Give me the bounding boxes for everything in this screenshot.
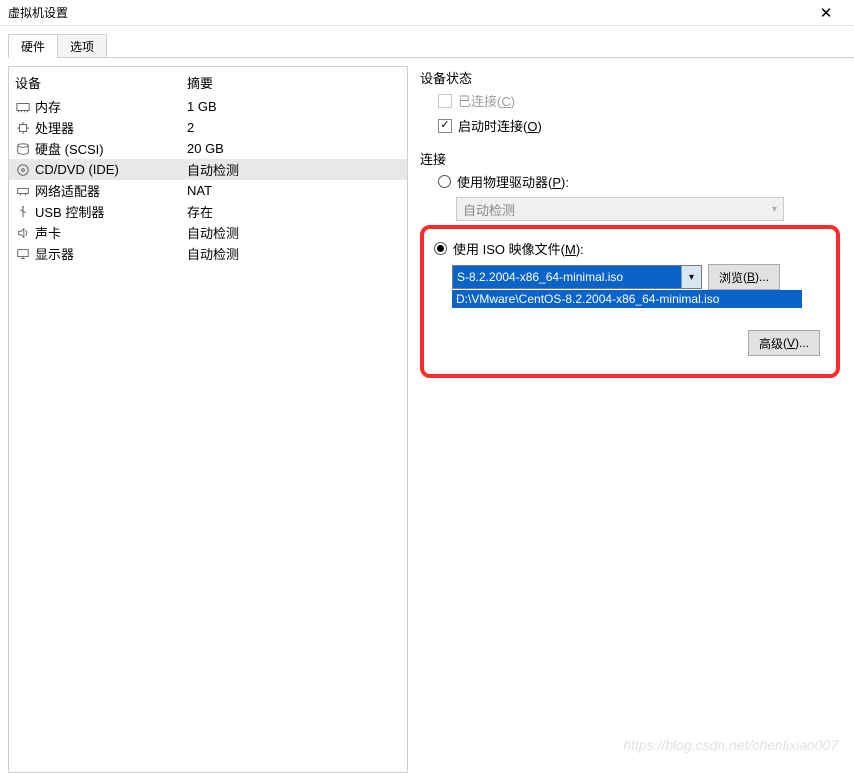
hw-label: 显示器 (35, 244, 74, 263)
iso-selected-text: S-8.2.2004-x86_64-minimal.iso (453, 266, 681, 288)
hw-row-cddvd[interactable]: CD/DVD (IDE) 自动检测 (9, 159, 407, 180)
hw-summary: 2 (187, 120, 401, 135)
hw-summary: 自动检测 (187, 160, 401, 179)
hw-row-cpu[interactable]: 处理器 2 (9, 117, 407, 138)
chevron-down-icon: ▾ (772, 204, 777, 215)
hw-label: CD/DVD (IDE) (35, 162, 119, 177)
hw-label: 声卡 (35, 223, 61, 242)
browse-button[interactable]: 浏览(B)... (708, 264, 780, 290)
dropdown-toggle-button[interactable]: ▾ (681, 266, 701, 288)
close-button[interactable]: ✕ (806, 4, 846, 22)
advanced-button[interactable]: 高级(V)... (748, 330, 820, 356)
hw-row-sound[interactable]: 声卡 自动检测 (9, 222, 407, 243)
checkbox-label: 已连接(C) (458, 91, 515, 110)
select-value: 自动检测 (463, 200, 515, 219)
col-summary: 摘要 (187, 73, 401, 92)
hw-summary: NAT (187, 183, 401, 198)
hw-label: 网络适配器 (35, 181, 100, 200)
hw-row-usb[interactable]: USB 控制器 存在 (9, 201, 407, 222)
tab-hardware[interactable]: 硬件 (8, 34, 58, 58)
checkbox-connected: 已连接(C) (438, 91, 840, 110)
radio-icon (438, 175, 451, 188)
device-status-group: 设备状态 已连接(C) ✓ 启动时连接(O) (420, 68, 840, 135)
tab-options[interactable]: 选项 (57, 34, 107, 58)
connection-group: 连接 使用物理驱动器(P): 自动检测 ▾ 使用 ISO 映像文件(M): (420, 149, 840, 378)
hw-row-display[interactable]: 显示器 自动检测 (9, 243, 407, 264)
checkbox-label: 启动时连接(O) (458, 116, 542, 135)
checkbox-icon: ✓ (438, 119, 452, 133)
hw-summary: 1 GB (187, 99, 401, 114)
hardware-list-header: 设备 摘要 (9, 67, 407, 96)
iso-path-combobox[interactable]: S-8.2.2004-x86_64-minimal.iso ▾ (452, 265, 702, 289)
cpu-icon (15, 120, 31, 136)
usb-icon (15, 204, 31, 220)
hardware-list: 设备 摘要 内存 1 GB 处理器 2 硬盘 (8, 66, 408, 773)
titlebar: 虚拟机设置 ✕ (0, 0, 854, 26)
hw-summary: 自动检测 (187, 244, 401, 263)
dialog-body: 硬件 选项 设备 摘要 内存 1 GB 处理器 2 (0, 26, 854, 773)
radio-use-iso[interactable]: 使用 ISO 映像文件(M): (434, 239, 824, 258)
radio-label: 使用物理驱动器(P): (457, 172, 569, 191)
radio-icon (434, 242, 447, 255)
hw-summary: 20 GB (187, 141, 401, 156)
hw-label: USB 控制器 (35, 202, 104, 221)
iso-dropdown-option[interactable]: D:\VMware\CentOS-8.2.2004-x86_64-minimal… (452, 290, 802, 308)
checkbox-icon (438, 94, 452, 108)
highlighted-region: 使用 ISO 映像文件(M): S-8.2.2004-x86_64-minima… (420, 225, 840, 378)
group-title-connection: 连接 (420, 149, 840, 168)
hw-row-network[interactable]: 网络适配器 NAT (9, 180, 407, 201)
hdd-icon (15, 141, 31, 157)
col-device: 设备 (15, 73, 187, 92)
sound-icon (15, 225, 31, 241)
hw-row-memory[interactable]: 内存 1 GB (9, 96, 407, 117)
hw-label: 内存 (35, 97, 61, 116)
hw-label: 处理器 (35, 118, 74, 137)
network-icon (15, 183, 31, 199)
hw-summary: 自动检测 (187, 223, 401, 242)
hw-row-hdd[interactable]: 硬盘 (SCSI) 20 GB (9, 138, 407, 159)
memory-icon (15, 99, 31, 115)
group-title-status: 设备状态 (420, 68, 840, 87)
hw-label: 硬盘 (SCSI) (35, 139, 104, 158)
checkbox-connect-at-poweron[interactable]: ✓ 启动时连接(O) (438, 116, 840, 135)
cd-icon (15, 162, 31, 178)
radio-use-physical[interactable]: 使用物理驱动器(P): (438, 172, 840, 191)
physical-drive-select: 自动检测 ▾ (456, 197, 784, 221)
detail-panel: 设备状态 已连接(C) ✓ 启动时连接(O) 连接 (420, 66, 846, 773)
radio-label: 使用 ISO 映像文件(M): (453, 239, 584, 258)
hw-summary: 存在 (187, 202, 401, 221)
display-icon (15, 246, 31, 262)
window-title: 虚拟机设置 (8, 4, 806, 21)
tabstrip: 硬件 选项 (8, 34, 846, 58)
